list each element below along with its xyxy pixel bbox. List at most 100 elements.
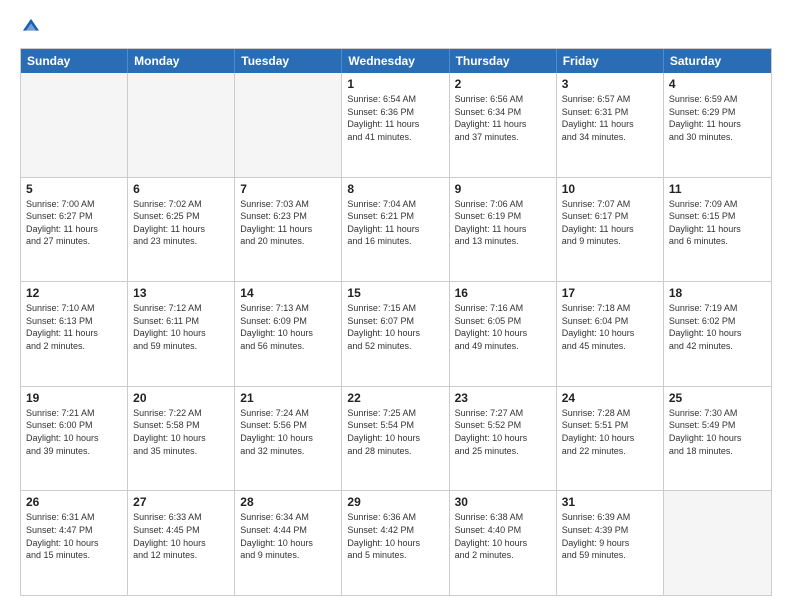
day-number: 12: [26, 286, 122, 300]
weekday-header: Saturday: [664, 49, 771, 73]
day-number: 30: [455, 495, 551, 509]
cell-info: Sunrise: 7:30 AMSunset: 5:49 PMDaylight:…: [669, 407, 766, 457]
calendar-cell: 21 Sunrise: 7:24 AMSunset: 5:56 PMDayligh…: [235, 387, 342, 491]
calendar-cell: 23Sunrise: 7:27 AMSunset: 5:52 PMDayligh…: [450, 387, 557, 491]
day-number: 3: [562, 77, 658, 91]
calendar-cell: 10 Sunrise: 7:07 AMSunset: 6:17 PMDayligh…: [557, 178, 664, 282]
calendar-cell: 30Sunrise: 6:38 AMSunset: 4:40 PMDayligh…: [450, 491, 557, 595]
calendar-cell: 8 Sunrise: 7:04 AMSunset: 6:21 PMDaylight…: [342, 178, 449, 282]
calendar-body: 1 Sunrise: 6:54 AMSunset: 6:36 PMDaylight…: [21, 73, 771, 595]
cell-info: Sunrise: 6:33 AMSunset: 4:45 PMDaylight:…: [133, 511, 229, 561]
calendar-cell: 3Sunrise: 6:57 AMSunset: 6:31 PMDaylight…: [557, 73, 664, 177]
cell-info: Sunrise: 7:00 AMSunset: 6:27 PMDaylight:…: [26, 198, 122, 248]
day-number: 26: [26, 495, 122, 509]
day-number: 19: [26, 391, 122, 405]
calendar-cell: 9 Sunrise: 7:06 AMSunset: 6:19 PMDaylight…: [450, 178, 557, 282]
calendar-cell: 19 Sunrise: 7:21 AMSunset: 6:00 PMDayligh…: [21, 387, 128, 491]
day-number: 7: [240, 182, 336, 196]
cell-info: Sunrise: 7:21 AMSunset: 6:00 PMDaylight:…: [26, 407, 122, 457]
calendar-row: 19 Sunrise: 7:21 AMSunset: 6:00 PMDayligh…: [21, 387, 771, 492]
calendar-cell: 15Sunrise: 7:15 AMSunset: 6:07 PMDayligh…: [342, 282, 449, 386]
weekday-header: Tuesday: [235, 49, 342, 73]
calendar-cell: 16Sunrise: 7:16 AMSunset: 6:05 PMDayligh…: [450, 282, 557, 386]
day-number: 22: [347, 391, 443, 405]
cell-info: Sunrise: 7:09 AMSunset: 6:15 PMDaylight:…: [669, 198, 766, 248]
cell-info: Sunrise: 6:39 AMSunset: 4:39 PMDaylight:…: [562, 511, 658, 561]
calendar-cell: 13 Sunrise: 7:12 AMSunset: 6:11 PMDayligh…: [128, 282, 235, 386]
calendar-cell: 27 Sunrise: 6:33 AMSunset: 4:45 PMDayligh…: [128, 491, 235, 595]
day-number: 14: [240, 286, 336, 300]
day-number: 10: [562, 182, 658, 196]
cell-info: Sunrise: 7:03 AMSunset: 6:23 PMDaylight:…: [240, 198, 336, 248]
cell-info: Sunrise: 7:02 AMSunset: 6:25 PMDaylight:…: [133, 198, 229, 248]
calendar-cell: 20 Sunrise: 7:22 AMSunset: 5:58 PMDayligh…: [128, 387, 235, 491]
cell-info: Sunrise: 7:15 AMSunset: 6:07 PMDaylight:…: [347, 302, 443, 352]
header: [20, 16, 772, 38]
cell-info: Sunrise: 6:36 AMSunset: 4:42 PMDaylight:…: [347, 511, 443, 561]
calendar-cell: [128, 73, 235, 177]
day-number: 8: [347, 182, 443, 196]
cell-info: Sunrise: 7:07 AMSunset: 6:17 PMDaylight:…: [562, 198, 658, 248]
cell-info: Sunrise: 7:18 AMSunset: 6:04 PMDaylight:…: [562, 302, 658, 352]
day-number: 31: [562, 495, 658, 509]
day-number: 13: [133, 286, 229, 300]
cell-info: Sunrise: 7:19 AMSunset: 6:02 PMDaylight:…: [669, 302, 766, 352]
cell-info: Sunrise: 7:06 AMSunset: 6:19 PMDaylight:…: [455, 198, 551, 248]
calendar-cell: 2 Sunrise: 6:56 AMSunset: 6:34 PMDaylight…: [450, 73, 557, 177]
calendar-cell: 7 Sunrise: 7:03 AMSunset: 6:23 PMDaylight…: [235, 178, 342, 282]
day-number: 2: [455, 77, 551, 91]
day-number: 27: [133, 495, 229, 509]
day-number: 24: [562, 391, 658, 405]
calendar-cell: 6 Sunrise: 7:02 AMSunset: 6:25 PMDaylight…: [128, 178, 235, 282]
logo-icon: [20, 16, 42, 38]
weekday-header: Wednesday: [342, 49, 449, 73]
day-number: 18: [669, 286, 766, 300]
weekday-header: Monday: [128, 49, 235, 73]
cell-info: Sunrise: 7:25 AMSunset: 5:54 PMDaylight:…: [347, 407, 443, 457]
cell-info: Sunrise: 7:12 AMSunset: 6:11 PMDaylight:…: [133, 302, 229, 352]
day-number: 28: [240, 495, 336, 509]
cell-info: Sunrise: 6:34 AMSunset: 4:44 PMDaylight:…: [240, 511, 336, 561]
calendar-cell: 5 Sunrise: 7:00 AMSunset: 6:27 PMDaylight…: [21, 178, 128, 282]
cell-info: Sunrise: 7:04 AMSunset: 6:21 PMDaylight:…: [347, 198, 443, 248]
cell-info: Sunrise: 7:28 AMSunset: 5:51 PMDaylight:…: [562, 407, 658, 457]
day-number: 21: [240, 391, 336, 405]
day-number: 20: [133, 391, 229, 405]
day-number: 16: [455, 286, 551, 300]
day-number: 9: [455, 182, 551, 196]
calendar-row: 1 Sunrise: 6:54 AMSunset: 6:36 PMDaylight…: [21, 73, 771, 178]
calendar: SundayMondayTuesdayWednesdayThursdayFrid…: [20, 48, 772, 596]
day-number: 1: [347, 77, 443, 91]
calendar-row: 12 Sunrise: 7:10 AMSunset: 6:13 PMDayligh…: [21, 282, 771, 387]
day-number: 23: [455, 391, 551, 405]
logo: [20, 16, 46, 38]
calendar-cell: 4Sunrise: 6:59 AMSunset: 6:29 PMDaylight…: [664, 73, 771, 177]
day-number: 5: [26, 182, 122, 196]
cell-info: Sunrise: 7:22 AMSunset: 5:58 PMDaylight:…: [133, 407, 229, 457]
calendar-cell: 26 Sunrise: 6:31 AMSunset: 4:47 PMDayligh…: [21, 491, 128, 595]
cell-info: Sunrise: 6:54 AMSunset: 6:36 PMDaylight:…: [347, 93, 443, 143]
calendar-cell: [235, 73, 342, 177]
weekday-header: Sunday: [21, 49, 128, 73]
calendar-row: 26 Sunrise: 6:31 AMSunset: 4:47 PMDayligh…: [21, 491, 771, 595]
cell-info: Sunrise: 7:10 AMSunset: 6:13 PMDaylight:…: [26, 302, 122, 352]
calendar-cell: [664, 491, 771, 595]
calendar-cell: 17 Sunrise: 7:18 AMSunset: 6:04 PMDayligh…: [557, 282, 664, 386]
calendar-cell: 29 Sunrise: 6:36 AMSunset: 4:42 PMDayligh…: [342, 491, 449, 595]
cell-info: Sunrise: 6:31 AMSunset: 4:47 PMDaylight:…: [26, 511, 122, 561]
calendar-cell: 1 Sunrise: 6:54 AMSunset: 6:36 PMDaylight…: [342, 73, 449, 177]
weekday-header: Friday: [557, 49, 664, 73]
calendar-row: 5 Sunrise: 7:00 AMSunset: 6:27 PMDaylight…: [21, 178, 771, 283]
calendar-cell: 28 Sunrise: 6:34 AMSunset: 4:44 PMDayligh…: [235, 491, 342, 595]
calendar-cell: 25Sunrise: 7:30 AMSunset: 5:49 PMDayligh…: [664, 387, 771, 491]
day-number: 6: [133, 182, 229, 196]
day-number: 29: [347, 495, 443, 509]
calendar-cell: 11Sunrise: 7:09 AMSunset: 6:15 PMDayligh…: [664, 178, 771, 282]
cell-info: Sunrise: 6:56 AMSunset: 6:34 PMDaylight:…: [455, 93, 551, 143]
calendar-cell: 12 Sunrise: 7:10 AMSunset: 6:13 PMDayligh…: [21, 282, 128, 386]
weekday-header: Thursday: [450, 49, 557, 73]
day-number: 17: [562, 286, 658, 300]
cell-info: Sunrise: 7:24 AMSunset: 5:56 PMDaylight:…: [240, 407, 336, 457]
cell-info: Sunrise: 7:13 AMSunset: 6:09 PMDaylight:…: [240, 302, 336, 352]
calendar-cell: 31 Sunrise: 6:39 AMSunset: 4:39 PMDayligh…: [557, 491, 664, 595]
